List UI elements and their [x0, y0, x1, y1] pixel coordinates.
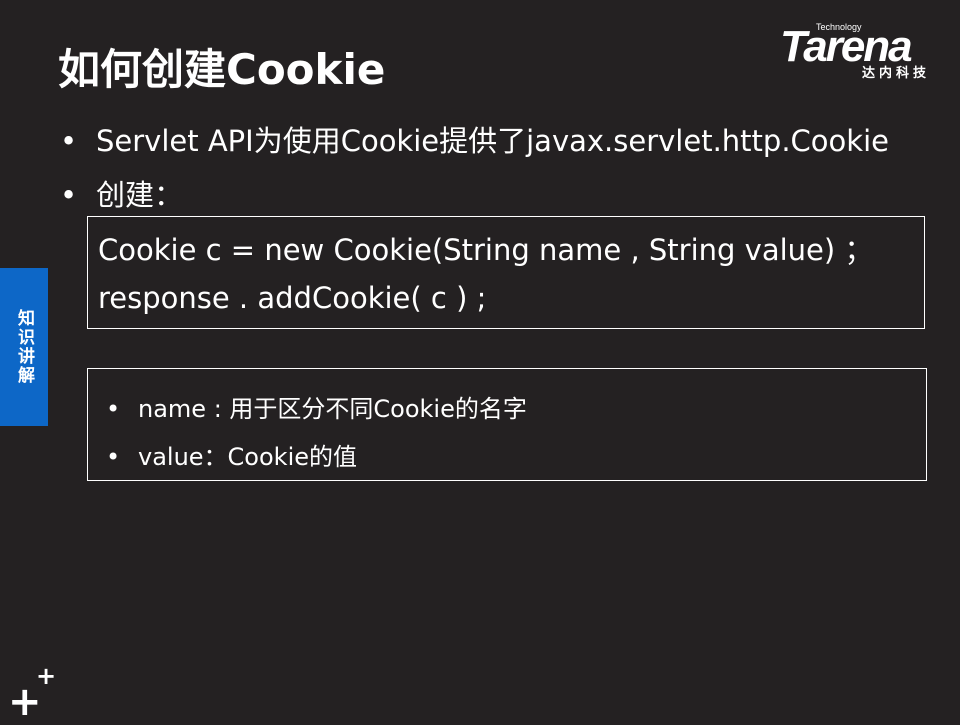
bullet-dot-icon: •	[60, 178, 78, 212]
code-box: Cookie c = new Cookie(String name , Stri…	[87, 216, 925, 329]
bullet-text: 创建：	[96, 178, 184, 212]
section-tab: 知识讲解	[0, 268, 48, 426]
tarena-logo: Technology Tarena 达内科技	[780, 20, 945, 82]
code-line: Cookie c = new Cookie(String name , Stri…	[98, 233, 874, 267]
parameter-notes-box: • name : 用于区分不同Cookie的名字 • value：Cookie的值	[87, 368, 927, 481]
logo-chinese-name: 达内科技	[862, 66, 931, 81]
note-item: • name : 用于区分不同Cookie的名字	[106, 389, 527, 424]
bullet-item: • Servlet API为使用Cookie提供了javax.servlet.ht…	[60, 118, 889, 160]
bullet-dot-icon: •	[106, 443, 121, 471]
note-text: value：Cookie的值	[138, 443, 358, 471]
note-text: name : 用于区分不同Cookie的名字	[138, 395, 527, 423]
code-line: response . addCookie( c ) ;	[98, 281, 487, 315]
plus-small-glyph: +	[36, 662, 57, 690]
bullet-text: Servlet API为使用Cookie提供了javax.servlet.htt…	[96, 124, 889, 158]
bullet-dot-icon: •	[106, 395, 121, 423]
slide-title: 如何创建Cookie	[58, 45, 386, 94]
bullet-item: • 创建：	[60, 172, 183, 214]
plus-mark-icon: + +	[8, 662, 57, 722]
note-item: • value：Cookie的值	[106, 437, 357, 472]
bullet-dot-icon: •	[60, 124, 78, 158]
